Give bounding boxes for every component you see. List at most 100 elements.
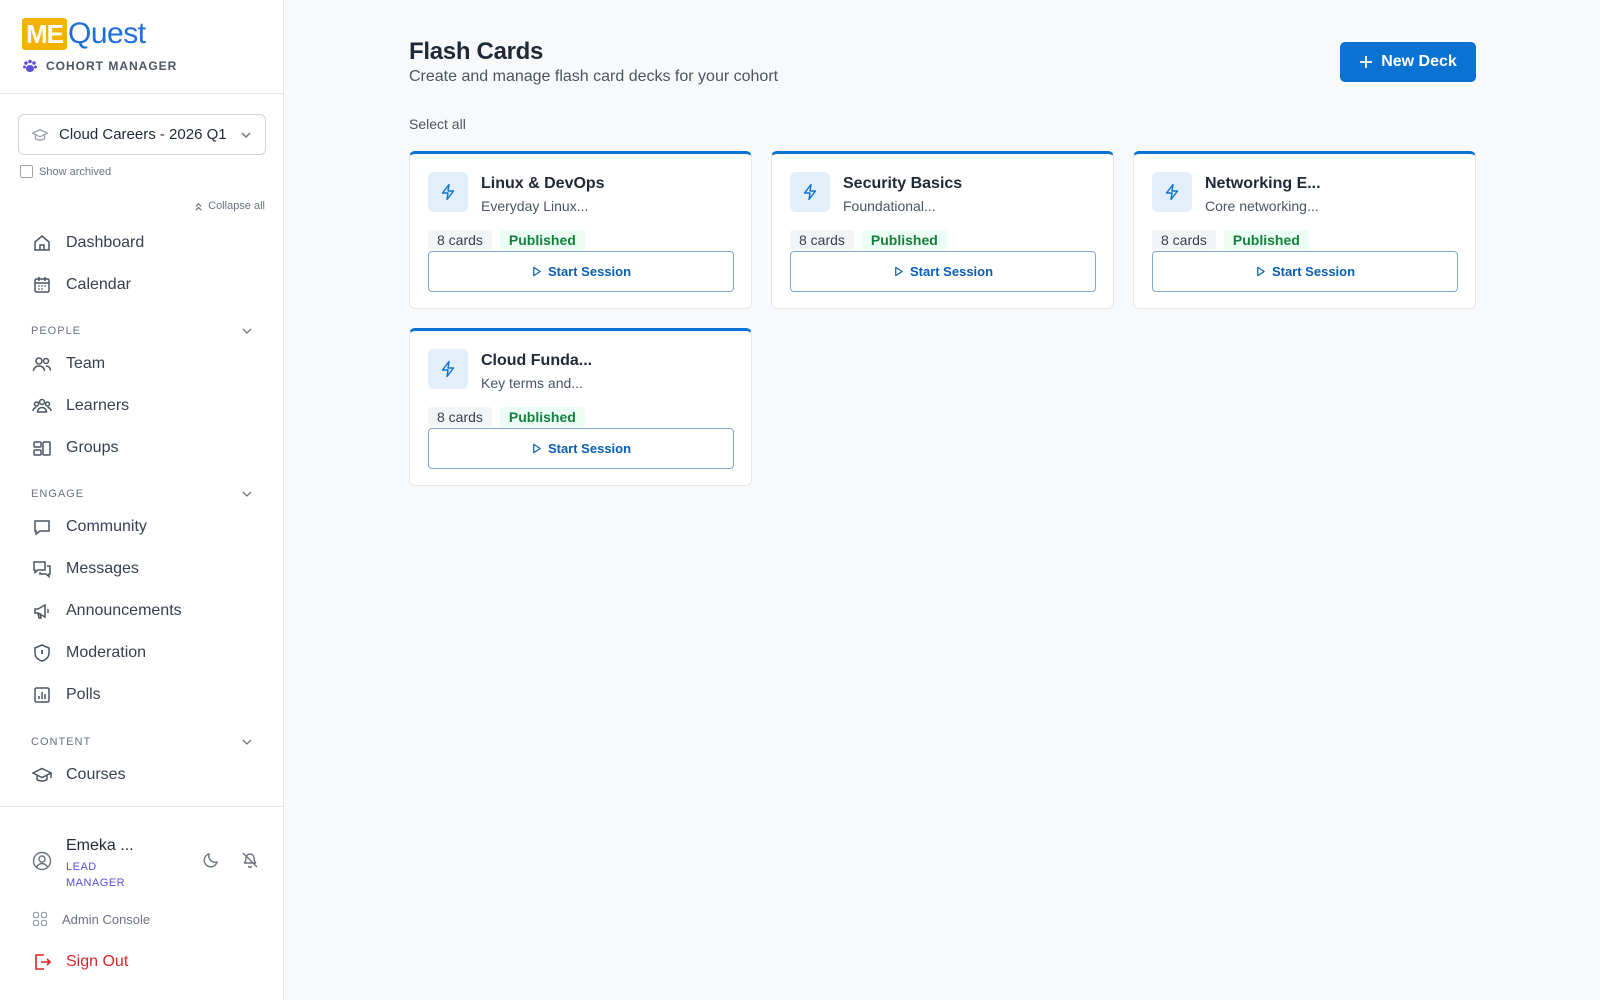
calendar-icon — [34, 277, 50, 293]
start-session-label: Start Session — [1271, 264, 1356, 279]
user-name: Emeka ... — [66, 837, 134, 854]
show-archived-checkbox[interactable] — [20, 165, 33, 178]
sidebar-item-community[interactable]: Community — [32, 512, 147, 542]
card-count-badge: 8 cards — [1152, 230, 1216, 250]
bell-off-icon[interactable] — [241, 851, 259, 869]
sidebar-footer: Emeka ... LEAD MANAGER Admin Console Sig… — [0, 806, 284, 1000]
play-icon — [533, 266, 541, 277]
section-content-header[interactable]: CONTENT — [31, 736, 253, 748]
user-profile[interactable]: Emeka ... LEAD MANAGER — [32, 837, 136, 891]
graduation-cap-icon — [31, 128, 49, 141]
sidebar-item-dashboard[interactable]: Dashboard — [32, 228, 144, 258]
sign-out-button[interactable]: Sign Out — [32, 952, 128, 972]
collapse-all-label: Collapse all — [208, 200, 265, 212]
select-all-button[interactable]: Select all — [409, 116, 466, 132]
sidebar-item-label: Polls — [66, 686, 101, 703]
logo[interactable]: ME Quest — [22, 18, 283, 50]
sidebar-item-learners[interactable]: Learners — [32, 391, 129, 421]
deck-description: Key terms and... — [481, 375, 583, 391]
sidebar-item-label: Announcements — [66, 602, 182, 619]
cohort-select-value: Cloud Careers - 2026 Q1 — [59, 126, 227, 143]
section-engage-header[interactable]: ENGAGE — [31, 488, 253, 500]
paw-icon — [23, 59, 37, 72]
section-content-label: CONTENT — [31, 736, 92, 748]
graduation-cap-icon — [32, 767, 52, 782]
section-people-header[interactable]: PEOPLE — [31, 325, 253, 337]
brand-header: ME Quest COHORT MANAGER — [0, 0, 283, 94]
sidebar-item-polls[interactable]: Polls — [32, 680, 101, 710]
admin-console-label: Admin Console — [62, 911, 151, 927]
cohort-select[interactable]: Cloud Careers - 2026 Q1 — [18, 114, 266, 155]
sidebar-item-courses[interactable]: Courses — [32, 760, 126, 790]
deck-title: Linux & DevOps — [481, 175, 605, 192]
sidebar-item-announcements[interactable]: Announcements — [32, 596, 182, 626]
start-session-label: Start Session — [909, 264, 994, 279]
moon-icon[interactable] — [202, 851, 220, 869]
sidebar-item-label: Groups — [66, 439, 119, 456]
deck-badges: 8 cards Published — [428, 407, 585, 427]
layout-icon — [33, 441, 51, 456]
deck-description: Core networking... — [1205, 198, 1319, 214]
sidebar-item-label: Community — [66, 518, 147, 535]
messages-icon — [33, 561, 51, 579]
deck-title: Cloud Funda... — [481, 352, 593, 369]
sidebar-item-moderation[interactable]: Moderation — [32, 638, 146, 668]
section-engage-label: ENGAGE — [31, 488, 85, 500]
show-archived-label: Show archived — [39, 165, 112, 178]
page-title: Flash Cards — [409, 38, 544, 65]
start-session-button[interactable]: Start Session — [790, 251, 1096, 292]
user-role: LEAD MANAGER — [66, 861, 126, 889]
show-archived-toggle[interactable]: Show archived — [20, 165, 111, 178]
chevron-down-icon — [241, 131, 251, 138]
sidebar-item-calendar[interactable]: Calendar — [32, 270, 131, 300]
card-count-badge: 8 cards — [790, 230, 854, 250]
admin-console-link[interactable]: Admin Console — [32, 911, 150, 927]
deck-icon — [790, 172, 830, 212]
deck-badges: 8 cards Published — [790, 230, 947, 250]
chevron-down-icon — [242, 328, 252, 334]
sidebar-item-messages[interactable]: Messages — [32, 554, 139, 584]
status-badge: Published — [499, 407, 585, 427]
start-session-button[interactable]: Start Session — [428, 251, 734, 292]
deck-card[interactable]: Linux & DevOps Everyday Linux... 8 cards… — [409, 151, 752, 309]
sidebar-item-label: Learners — [66, 397, 130, 414]
status-badge: Published — [1223, 230, 1309, 250]
plus-icon — [1360, 56, 1373, 68]
section-people-label: PEOPLE — [31, 325, 82, 337]
deck-badges: 8 cards Published — [1152, 230, 1309, 250]
start-session-label: Start Session — [547, 441, 632, 456]
deck-card[interactable]: Cloud Funda... Key terms and... 8 cards … — [409, 328, 752, 486]
sign-out-label: Sign Out — [66, 953, 129, 970]
start-session-button[interactable]: Start Session — [1152, 251, 1458, 292]
start-session-button[interactable]: Start Session — [428, 428, 734, 469]
deck-card[interactable]: Security Basics Foundational... 8 cards … — [771, 151, 1114, 309]
sidebar: ME Quest COHORT MANAGER Cloud Careers - … — [0, 0, 284, 1000]
deck-badges: 8 cards Published — [428, 230, 585, 250]
home-icon — [34, 235, 50, 251]
status-badge: Published — [861, 230, 947, 250]
deck-title: Security Basics — [843, 175, 963, 192]
logo-quest: Quest — [68, 17, 146, 50]
chat-bubble-icon — [34, 520, 50, 536]
grid-icon — [32, 911, 48, 927]
deck-description: Foundational... — [843, 198, 936, 214]
sidebar-item-groups[interactable]: Groups — [32, 433, 118, 463]
deck-card[interactable]: Networking E... Core networking... 8 car… — [1133, 151, 1476, 309]
play-icon — [895, 266, 903, 277]
sidebar-item-label: Calendar — [66, 276, 131, 293]
card-count-badge: 8 cards — [428, 230, 492, 250]
start-session-label: Start Session — [547, 264, 632, 279]
sidebar-item-label: Dashboard — [66, 234, 145, 251]
chevron-down-icon — [242, 491, 252, 497]
sidebar-item-label: Messages — [66, 560, 139, 577]
new-deck-label: New Deck — [1381, 53, 1457, 70]
sidebar-item-team[interactable]: Team — [32, 349, 105, 379]
brand-subtitle: COHORT MANAGER — [22, 58, 283, 74]
collapse-all-button[interactable]: Collapse all — [193, 200, 265, 212]
new-deck-button[interactable]: New Deck — [1340, 42, 1476, 82]
lightning-icon — [441, 360, 455, 378]
deck-title: Networking E... — [1205, 175, 1321, 192]
user-group-icon — [32, 398, 52, 413]
chevron-down-icon — [242, 739, 252, 745]
avatar — [32, 851, 52, 871]
